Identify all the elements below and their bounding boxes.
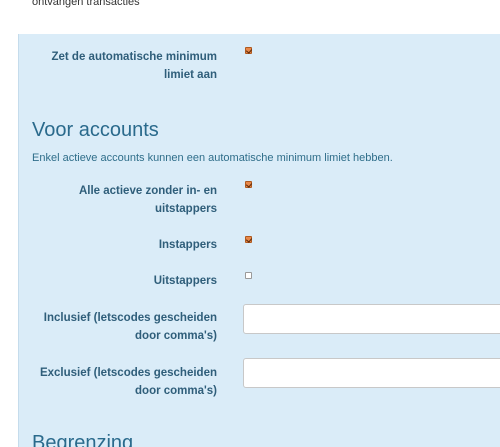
previous-field-text: ontvangen transacties [32,0,140,8]
section-description: Enkel actieve accounts kunnen een automa… [32,152,393,164]
all-active-checkbox[interactable] [245,181,252,188]
instappers-checkbox[interactable] [245,236,252,243]
automatic-limit-checkbox[interactable] [245,47,252,54]
all-active-label: Alle actieve zonder in- en uitstappers [78,185,217,215]
exclusive-input[interactable] [243,358,500,388]
uitstappers-checkbox[interactable] [245,272,252,279]
inclusive-input[interactable] [243,304,500,334]
automatic-limit-label: Zet de automatische minimum limiet aan [51,51,217,81]
instappers-label: Instappers [158,239,217,251]
section-title-accounts: Voor accounts [32,119,159,141]
uitstappers-label: Uitstappers [153,275,217,287]
section-title-begrenzing: Begrenzing [32,432,134,447]
exclusive-label: Exclusief (letscodes gescheiden door com… [39,367,217,397]
inclusive-label: Inclusief (letscodes gescheiden door com… [43,312,217,342]
